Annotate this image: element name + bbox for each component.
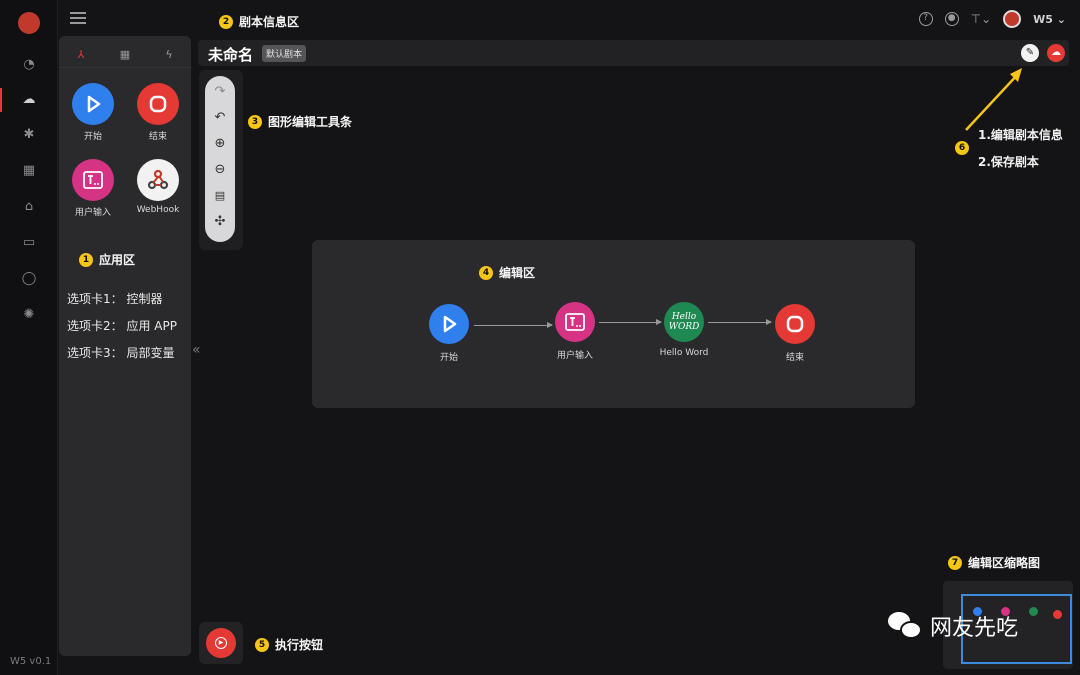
wechat-logo-icon: [888, 612, 924, 640]
minimap-node: [1029, 607, 1038, 616]
annotation-5: 5 执行按钮: [255, 636, 323, 653]
undo-icon[interactable]: ↶: [212, 110, 228, 126]
version-label: W5 v0.1: [10, 656, 52, 667]
bug-icon[interactable]: ✱: [21, 127, 37, 143]
playbook-icon[interactable]: ☁: [21, 92, 37, 108]
webhook-icon: [137, 159, 179, 201]
watermark: 网友先吃: [888, 610, 1018, 642]
graph-toolbar: ↷ ↶ ⊕ ⊖ ▤ ✣: [199, 70, 243, 250]
annotation-number: 3: [248, 114, 262, 129]
playbook-header: 未命名 默认剧本 ✎ ☁: [198, 40, 1069, 66]
avatar[interactable]: [1003, 10, 1022, 28]
annotation-number: 7: [948, 555, 962, 570]
flow-node-end[interactable]: 结束: [760, 304, 830, 363]
folder-icon[interactable]: ▭: [21, 235, 37, 251]
app-item-end[interactable]: 结束: [128, 83, 188, 142]
playbook-title[interactable]: 未命名: [208, 44, 253, 65]
play-icon: [72, 83, 114, 125]
dashboard-icon[interactable]: ◔: [21, 57, 37, 73]
text-input-icon: [72, 159, 114, 201]
annotation-6-line2: 2.保存剧本: [978, 155, 1039, 169]
annotation-6: 6: [955, 141, 969, 155]
annotation-label: 执行按钮: [275, 638, 324, 652]
zoom-in-icon[interactable]: ⊕: [212, 136, 228, 152]
annotation-number: 4: [479, 265, 493, 280]
legend-tab-2: 选项卡2： 应用 APP: [67, 319, 177, 333]
active-indicator: [0, 88, 2, 112]
theme-shirt-icon[interactable]: ⊤⌄: [971, 12, 992, 26]
watermark-text: 网友先吃: [930, 616, 1019, 641]
app-label: 用户输入: [74, 208, 111, 218]
annotation-label: 编辑区缩略图: [968, 556, 1041, 570]
play-icon: [429, 304, 469, 344]
editor-canvas[interactable]: 4 编辑区 开始 用户输入 Hello WORD Hello Word 结束: [312, 240, 915, 408]
workflow-icon[interactable]: ⌂: [21, 199, 37, 215]
stop-icon: [775, 304, 815, 344]
stop-icon: [137, 83, 179, 125]
annotation-label: 剧本信息区: [239, 15, 300, 29]
annotation-2: 2 剧本信息区: [219, 13, 299, 30]
tab-variables-icon[interactable]: ϟ: [162, 48, 176, 62]
icon-rail: ◔ ☁ ✱ ▦ ⌂ ▭ ◯ ✺ W5 v0.1: [0, 0, 58, 675]
run-button[interactable]: ▶: [206, 628, 236, 658]
apps-grid-icon[interactable]: ▦: [21, 163, 37, 179]
run-area: ▶: [199, 622, 243, 664]
playbook-tag: 默认剧本: [262, 45, 307, 62]
github-icon[interactable]: ●: [944, 12, 959, 26]
annotation-number: 2: [219, 14, 233, 29]
node-label: 用户输入: [556, 351, 593, 361]
menu-toggle-icon[interactable]: [70, 12, 86, 26]
annotation-6-line1: 1.编辑剧本信息: [978, 128, 1063, 142]
annotation-label: 图形编辑工具条: [268, 115, 353, 129]
annotation-3: 3 图形编辑工具条: [248, 113, 352, 130]
zoom-out-icon[interactable]: ⊖: [212, 162, 228, 178]
app-label: 开始: [83, 132, 102, 142]
minimap-node: [1053, 610, 1062, 619]
user-menu[interactable]: W5 ⌄: [1033, 13, 1066, 26]
hello-word-icon: Hello WORD: [664, 302, 704, 342]
save-playbook-button[interactable]: ☁: [1047, 44, 1065, 62]
text-input-icon: [555, 302, 595, 342]
legend-tab-3: 选项卡3： 局部变量: [67, 346, 175, 360]
panel-tabs: ⅄ ▦ ϟ: [59, 36, 191, 68]
annotation-4: 4 编辑区: [479, 264, 535, 281]
flow-node-hello-word[interactable]: Hello WORD Hello Word: [649, 302, 719, 358]
legend-tab-1: 选项卡1： 控制器: [67, 292, 163, 306]
app-logo-icon[interactable]: [18, 12, 40, 34]
center-icon[interactable]: ✣: [212, 214, 228, 230]
collapse-panel-icon[interactable]: «: [192, 342, 201, 358]
annotation-number: 5: [255, 637, 269, 652]
annotation-number: 6: [955, 141, 969, 155]
app-item-user-input[interactable]: 用户输入: [63, 159, 123, 218]
node-label: 开始: [439, 353, 458, 363]
play-circle-icon: ▶: [215, 637, 227, 649]
app-label: 结束: [148, 132, 167, 142]
flow-node-start[interactable]: 开始: [414, 304, 484, 363]
annotation-label: 应用区: [99, 253, 136, 267]
annotation-arrow: [965, 68, 1022, 131]
annotation-7: 7 编辑区缩略图: [948, 554, 1040, 571]
app-item-webhook[interactable]: WebHook: [128, 159, 188, 215]
node-label: Hello Word: [659, 348, 709, 358]
toolbar-pill: ↷ ↶ ⊕ ⊖ ▤ ✣: [205, 76, 235, 242]
node-label: 结束: [785, 353, 804, 363]
edit-playbook-button[interactable]: ✎: [1021, 44, 1039, 62]
node-icon-text: Hello WORD: [668, 312, 700, 332]
annotation-number: 1: [79, 252, 93, 267]
annotation-label: 编辑区: [499, 266, 536, 280]
top-right-tools: ? ● ⊤⌄ W5 ⌄: [918, 10, 1066, 28]
app-label: WebHook: [136, 205, 180, 215]
annotation-1: 1 应用区: [79, 251, 135, 268]
settings-gear-icon[interactable]: ✺: [21, 307, 37, 323]
tab-apps-icon[interactable]: ▦: [118, 48, 132, 62]
redo-icon[interactable]: ↷: [212, 84, 228, 100]
user-icon[interactable]: ◯: [21, 271, 37, 287]
app-panel: ⅄ ▦ ϟ 开始 结束 用户输入 WebHook 1 应用区 选项卡1： 控制器…: [59, 36, 191, 656]
tab-controller-icon[interactable]: ⅄: [74, 48, 88, 62]
app-item-start[interactable]: 开始: [63, 83, 123, 142]
fit-view-icon[interactable]: ▤: [212, 188, 228, 204]
flow-node-user-input[interactable]: 用户输入: [540, 302, 610, 361]
help-icon[interactable]: ?: [918, 12, 933, 26]
